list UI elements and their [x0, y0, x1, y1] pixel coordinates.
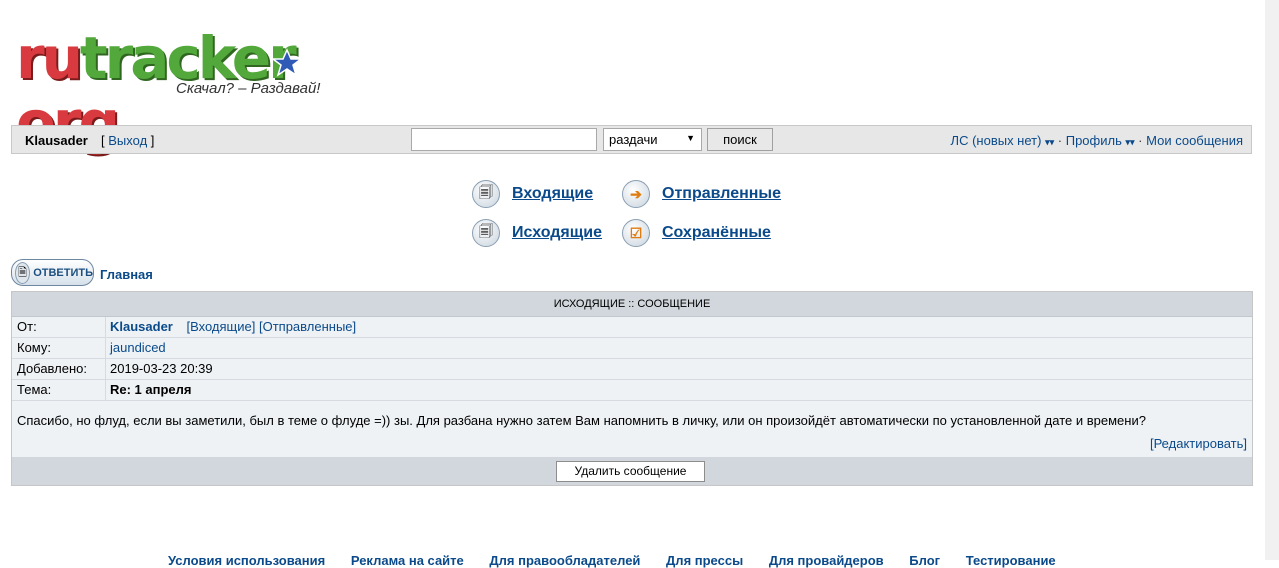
message-body: Спасибо, но флуд, если вы заметили, был …: [12, 401, 1252, 435]
footer-link[interactable]: Для правообладателей: [489, 553, 640, 568]
home-link[interactable]: Главная: [100, 267, 153, 282]
from-label: От:: [12, 317, 106, 337]
dropdown-arrow-icon: ▼: [686, 133, 695, 143]
date-label: Добавлено:: [12, 359, 106, 379]
pm-link[interactable]: ЛС (новых нет): [951, 133, 1042, 148]
folder-outbox-link[interactable]: Исходящие: [512, 224, 602, 242]
logo-tagline: Скачал? – Раздавай!: [176, 80, 321, 97]
folder-outbox[interactable]: 🗐 Исходящие: [472, 219, 602, 247]
footer-link[interactable]: Для провайдеров: [769, 553, 884, 568]
folder-inbox-link[interactable]: Входящие: [512, 185, 593, 203]
footer-link[interactable]: Блог: [909, 553, 940, 568]
arrow-right-icon: ➔: [622, 180, 650, 208]
document-icon: 🗎: [15, 261, 31, 284]
subject-row: Тема: Re: 1 апреля: [12, 380, 1252, 401]
folder-inbox[interactable]: 🗐 Входящие: [472, 180, 593, 208]
date-value: 2019-03-23 20:39: [106, 359, 1252, 379]
user-links: ЛС (новых нет) ▾▾ · Профиль ▾▾ · Мои соо…: [950, 133, 1243, 148]
footer-link[interactable]: Условия использования: [168, 553, 325, 568]
site-logo[interactable]: rutrackerorg Скачал? – Раздавай!: [16, 24, 376, 154]
recipient-link[interactable]: jaundiced: [110, 340, 166, 355]
search-input[interactable]: [411, 128, 597, 151]
subject-label: Тема:: [12, 380, 106, 400]
to-label: Кому:: [12, 338, 106, 358]
footer-link[interactable]: Реклама на сайте: [351, 553, 464, 568]
logout-group: [ Выход ]: [101, 133, 155, 148]
chevron-down-icon[interactable]: ▾▾: [1045, 137, 1054, 147]
folder-sent[interactable]: ➔ Отправленные: [622, 180, 781, 208]
profile-link[interactable]: Профиль: [1066, 133, 1122, 148]
logout-link[interactable]: Выход: [108, 133, 147, 148]
to-row: Кому: jaundiced: [12, 338, 1252, 359]
scrollbar-track[interactable]: [1265, 0, 1279, 560]
folder-saved-link[interactable]: Сохранённые: [662, 224, 771, 242]
footer-link[interactable]: Тестирование: [966, 553, 1056, 568]
footer-links: Условия использования Реклама на сайте Д…: [168, 553, 1078, 568]
star-icon: [272, 48, 302, 77]
message-panel: ИСХОДЯЩИЕ :: СООБЩЕНИЕ От: Klausader [Вх…: [11, 291, 1253, 486]
delete-message-button[interactable]: Удалить сообщение: [556, 461, 705, 482]
edit-link[interactable]: [Редактировать]: [1150, 436, 1247, 451]
outbox-icon: 🗐: [472, 219, 500, 247]
sender-sent-link[interactable]: [Отправленные]: [259, 319, 356, 334]
message-header: ИСХОДЯЩИЕ :: СООБЩЕНИЕ: [12, 292, 1252, 317]
folder-sent-link[interactable]: Отправленные: [662, 185, 781, 203]
reply-button-label: ОТВЕТИТЬ: [33, 266, 93, 279]
inbox-icon: 🗐: [472, 180, 500, 208]
logo-part-ru: ru: [16, 24, 83, 92]
username: Klausader: [25, 133, 88, 148]
search-button[interactable]: поиск: [707, 128, 773, 151]
sender-inbox-link[interactable]: [Входящие]: [187, 319, 256, 334]
chevron-down-icon[interactable]: ▾▾: [1125, 137, 1134, 147]
my-messages-link[interactable]: Мои сообщения: [1146, 133, 1243, 148]
footer-link[interactable]: Для прессы: [666, 553, 743, 568]
reply-button[interactable]: 🗎 ОТВЕТИТЬ: [11, 259, 94, 286]
folder-saved[interactable]: ☑ Сохранённые: [622, 219, 771, 247]
from-row: От: Klausader [Входящие] [Отправленные]: [12, 317, 1252, 338]
top-bar: Klausader [ Выход ] раздачи ▼ поиск ЛС (…: [11, 125, 1252, 154]
sender-link[interactable]: Klausader: [110, 319, 173, 334]
search-scope-select[interactable]: раздачи ▼: [603, 128, 702, 151]
search-scope-value: раздачи: [609, 132, 658, 147]
checkbox-icon: ☑: [622, 219, 650, 247]
subject-value: Re: 1 апреля: [106, 380, 1252, 400]
date-row: Добавлено: 2019-03-23 20:39: [12, 359, 1252, 380]
